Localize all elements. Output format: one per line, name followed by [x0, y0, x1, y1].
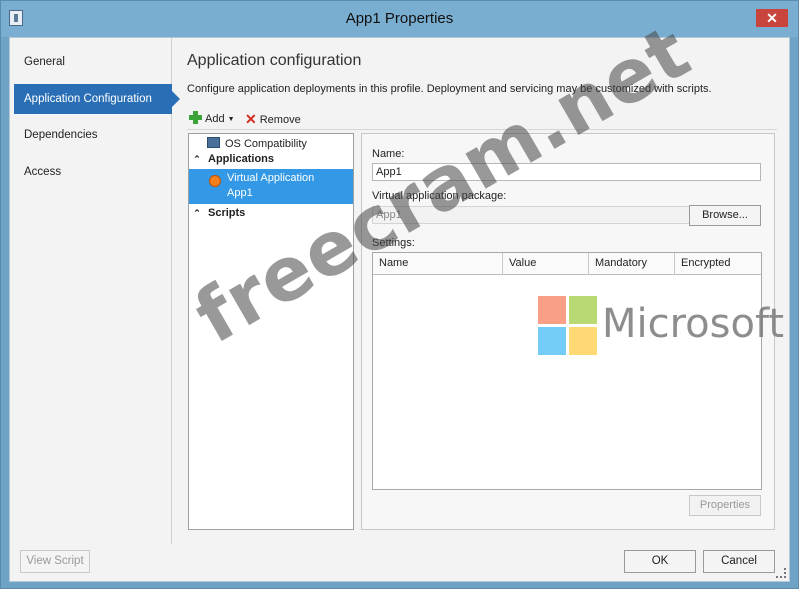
- tree-group-label: Applications: [208, 153, 275, 165]
- tree-item-sublabel: App1: [227, 187, 253, 199]
- collapse-icon: ⌃: [193, 154, 201, 164]
- add-button-label: Add: [205, 113, 225, 125]
- properties-button: Properties: [689, 495, 761, 516]
- view-script-button: View Script: [20, 550, 90, 573]
- chevron-down-icon: ▼: [227, 116, 235, 123]
- browse-button[interactable]: Browse...: [689, 205, 761, 226]
- add-icon: [189, 111, 202, 124]
- properties-window: App1 Properties ✕ General Application Co…: [0, 0, 799, 589]
- remove-button[interactable]: ✕ Remove: [245, 111, 301, 127]
- logo-square-green: [569, 296, 597, 324]
- tree-group-applications[interactable]: ⌃ Applications: [189, 153, 353, 168]
- title-bar[interactable]: App1 Properties ✕: [1, 1, 798, 37]
- column-header-mandatory[interactable]: Mandatory: [589, 253, 675, 275]
- monitor-icon: [207, 137, 220, 148]
- tree-item-label: OS Compatibility: [225, 138, 307, 150]
- window-title: App1 Properties: [345, 10, 454, 27]
- tree-group-label: Scripts: [208, 207, 246, 219]
- remove-button-label: Remove: [259, 114, 301, 126]
- close-button[interactable]: ✕: [756, 9, 788, 27]
- remove-icon: ✕: [245, 111, 257, 127]
- microsoft-logo: [538, 296, 597, 355]
- tree-item-virtual-application[interactable]: Virtual Application App1: [189, 169, 353, 204]
- logo-square-red: [538, 296, 566, 324]
- name-label: Name:: [372, 148, 405, 160]
- page-title: Application configuration: [187, 52, 362, 69]
- ok-button[interactable]: OK: [624, 550, 696, 573]
- logo-square-blue: [538, 327, 566, 355]
- collapse-icon: ⌃: [193, 208, 201, 218]
- sidebar-item-dependencies[interactable]: Dependencies: [14, 120, 172, 150]
- virtual-application-icon: [209, 175, 221, 187]
- grid-header: Name Value Mandatory Encrypted: [373, 253, 761, 275]
- tree-item-os-compatibility[interactable]: OS Compatibility: [189, 137, 353, 152]
- column-header-value[interactable]: Value: [503, 253, 589, 275]
- settings-grid[interactable]: Name Value Mandatory Encrypted: [372, 252, 762, 490]
- sidebar-item-access[interactable]: Access: [14, 157, 172, 187]
- cancel-button[interactable]: Cancel: [703, 550, 775, 573]
- logo-square-yellow: [569, 327, 597, 355]
- sidebar-nav: General Application Configuration Depend…: [10, 38, 180, 544]
- tree-item-label: Virtual Application: [227, 172, 315, 184]
- sidebar-item-application-configuration[interactable]: Application Configuration: [14, 84, 180, 114]
- add-button[interactable]: Add ▼: [189, 111, 235, 127]
- microsoft-wordmark: Microsoft: [602, 301, 785, 347]
- resize-grip[interactable]: [776, 568, 786, 578]
- sidebar-item-general[interactable]: General: [14, 47, 172, 77]
- column-header-encrypted[interactable]: Encrypted: [675, 253, 761, 275]
